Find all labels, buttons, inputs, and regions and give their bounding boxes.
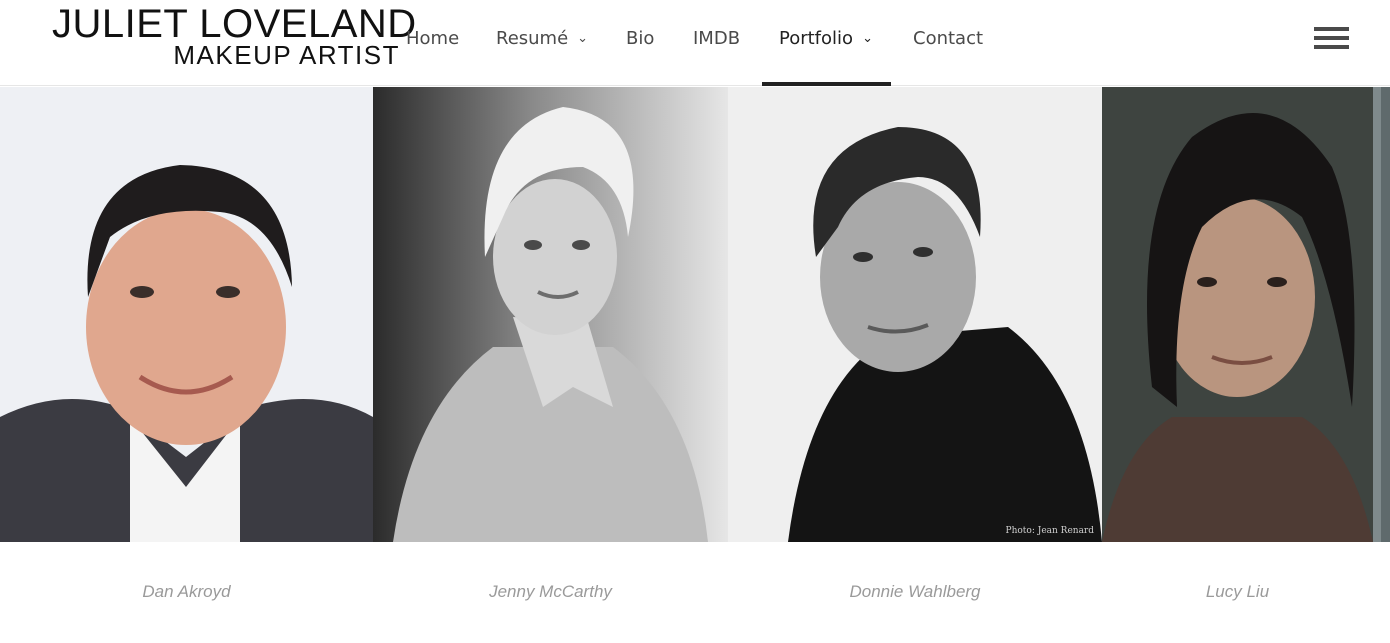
portfolio-photo-dan-akroyd[interactable]	[0, 87, 373, 542]
site-logo[interactable]: JULIET LOVELAND MAKEUP ARTIST	[52, 2, 417, 70]
portfolio-photo-donnie-wahlberg[interactable]: Photo: Jean Renard	[728, 87, 1102, 542]
portfolio-gallery: Photo: Jean Renard	[0, 87, 1390, 542]
hamburger-icon[interactable]	[1314, 27, 1349, 49]
logo-name: JULIET LOVELAND	[52, 2, 417, 46]
chevron-down-icon: ⌄	[577, 31, 589, 46]
portrait-image	[0, 87, 373, 542]
portrait-image	[1373, 87, 1390, 542]
nav-imdb-label: IMDB	[693, 28, 741, 49]
nav-portfolio-label: Portfolio	[779, 28, 854, 49]
nav-contact[interactable]: Contact	[913, 27, 983, 51]
portrait-image	[1102, 87, 1373, 542]
active-nav-indicator	[762, 82, 891, 86]
nav-bio[interactable]: Bio	[626, 27, 654, 51]
caption-donnie-wahlberg[interactable]: Donnie Wahlberg	[728, 580, 1102, 604]
nav-resume[interactable]: Resumé ⌄	[496, 27, 588, 51]
photo-credit: Photo: Jean Renard	[1005, 526, 1094, 536]
portrait-image	[373, 87, 728, 542]
nav-bio-label: Bio	[626, 28, 655, 49]
portfolio-photo-jenny-mccarthy[interactable]	[373, 87, 728, 542]
nav-resume-label: Resumé	[496, 28, 569, 49]
portfolio-photo-lucy-liu[interactable]	[1102, 87, 1373, 542]
nav-home[interactable]: Home	[406, 27, 459, 51]
portfolio-photo-next-partial[interactable]	[1373, 87, 1390, 542]
caption-dan-akroyd[interactable]: Dan Akroyd	[0, 580, 373, 604]
site-header: JULIET LOVELAND MAKEUP ARTIST Home Resum…	[0, 0, 1390, 86]
logo-tagline: MAKEUP ARTIST	[173, 40, 400, 70]
caption-lucy-liu[interactable]: Lucy Liu	[1102, 580, 1373, 604]
nav-imdb[interactable]: IMDB	[693, 27, 740, 51]
portrait-image	[728, 87, 1102, 542]
chevron-down-icon: ⌄	[862, 31, 873, 46]
nav-contact-label: Contact	[913, 28, 984, 49]
nav-home-label: Home	[406, 28, 460, 49]
nav-portfolio[interactable]: Portfolio ⌄	[779, 27, 873, 51]
caption-jenny-mccarthy[interactable]: Jenny McCarthy	[373, 580, 728, 604]
